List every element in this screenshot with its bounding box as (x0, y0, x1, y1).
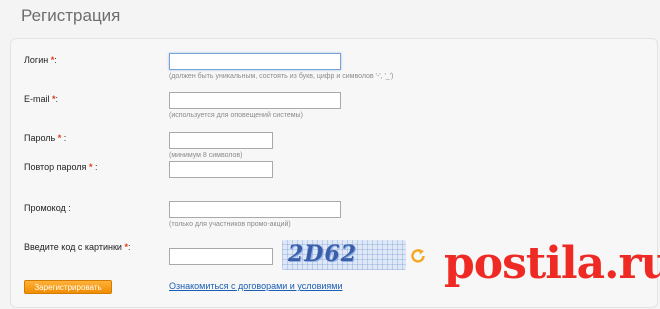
password-label: Пароль * : (24, 133, 66, 143)
label-colon: : (127, 242, 131, 252)
login-input[interactable] (169, 53, 341, 70)
login-label-text: Логин (24, 55, 49, 65)
password-repeat-label: Повтор пароля * : (24, 162, 97, 172)
captcha-image: 2D62 (282, 240, 406, 270)
email-label: E-mail *: (24, 94, 58, 104)
login-hint: (должен быть уникальным, состоять из бук… (169, 73, 394, 80)
email-input[interactable] (169, 92, 341, 109)
register-button[interactable]: Зарегистрировать (24, 280, 112, 294)
required-mark: * (57, 133, 62, 143)
captcha-input[interactable] (169, 248, 273, 265)
promo-hint: (только для участников промо-акций) (169, 221, 291, 228)
password-input[interactable] (169, 132, 273, 149)
label-colon: : (63, 133, 67, 143)
refresh-captcha-icon[interactable] (409, 247, 427, 265)
captcha-image-text: 2D62 (288, 241, 358, 267)
login-label: Логин *: (24, 55, 57, 65)
password-hint: (минимум 8 символов) (169, 152, 243, 159)
watermark-logo: postila.ru (444, 238, 660, 289)
captcha-label-text: Введите код с картинки (24, 242, 122, 252)
email-label-text: E-mail (24, 94, 50, 104)
password-repeat-input[interactable] (169, 161, 273, 178)
label-colon: : (54, 55, 57, 65)
label-colon: : (68, 203, 71, 213)
promo-input[interactable] (169, 201, 341, 218)
label-colon: : (94, 162, 98, 172)
promo-label-text: Промокод (24, 203, 66, 213)
label-colon: : (55, 94, 59, 104)
required-mark: * (88, 162, 93, 172)
captcha-label: Введите код с картинки *: (24, 242, 130, 252)
password-repeat-label-text: Повтор пароля (24, 162, 87, 172)
email-hint: (используется для оповещений системы) (169, 112, 303, 119)
promo-label: Промокод : (24, 203, 71, 213)
terms-link[interactable]: Ознакомиться с договорами и условиями (169, 281, 343, 291)
page-title: Регистрация (21, 6, 121, 25)
password-label-text: Пароль (24, 133, 56, 143)
